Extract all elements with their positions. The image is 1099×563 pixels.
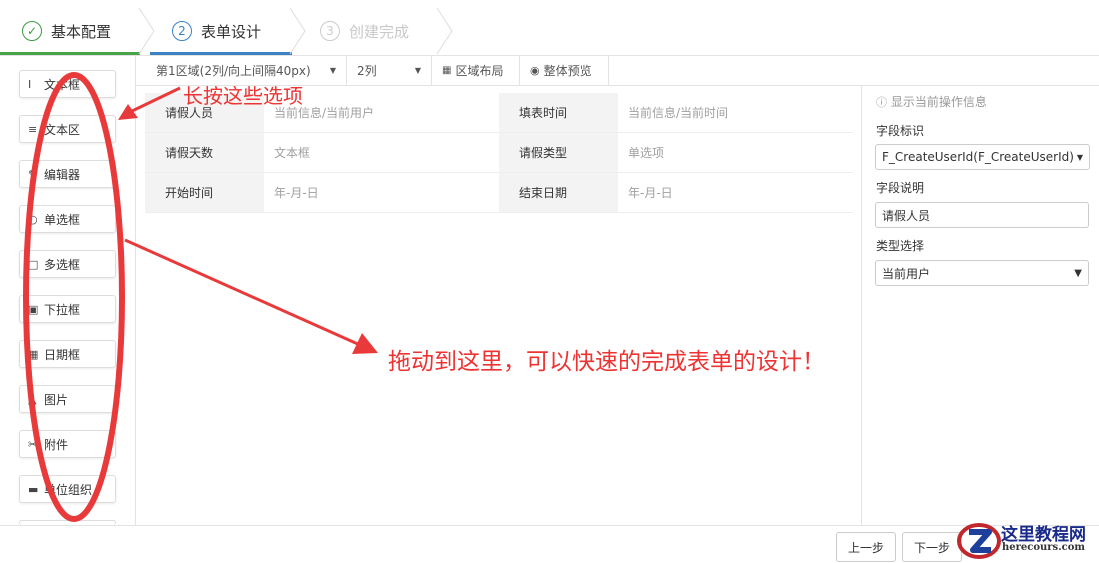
- operation-info: ⓘ 显示当前操作信息: [876, 93, 987, 110]
- palette-item-checkbox[interactable]: □ 多选框: [19, 250, 116, 278]
- region-layout-button[interactable]: ▦ 区域布局: [432, 55, 520, 85]
- window-top: [0, 0, 1099, 8]
- field-label[interactable]: 结束日期: [499, 173, 618, 212]
- step-number: 2: [172, 21, 192, 41]
- caret-down-icon: ▼: [1076, 152, 1083, 162]
- caret-down-icon: ▼: [329, 65, 336, 75]
- field-desc-value: 请假人员: [882, 208, 931, 223]
- field-label[interactable]: 填表时间: [499, 93, 618, 132]
- field-id-select[interactable]: F_CreateUserId(F_CreateUserId) ▼: [875, 144, 1090, 170]
- arrow-head: [352, 333, 378, 354]
- field-placeholder[interactable]: 年-月-日: [264, 173, 499, 212]
- field-id-value: F_CreateUserId(F_CreateUserId): [882, 150, 1074, 164]
- type-label: 类型选择: [876, 239, 925, 253]
- columns-select-value: 2列: [357, 63, 377, 78]
- palette-item-date[interactable]: ▦ 日期框: [19, 340, 116, 368]
- palette-item-textarea[interactable]: ≡ 文本区: [19, 115, 116, 143]
- lines-icon: ≡: [28, 122, 38, 136]
- palette-item-image[interactable]: ▲ 图片: [19, 385, 116, 413]
- paperclip-icon: ✂: [28, 437, 38, 451]
- palette-item-dropdown[interactable]: ▣ 下拉框: [19, 295, 116, 323]
- field-label[interactable]: 请假天数: [145, 133, 264, 172]
- palette-item-textbox[interactable]: I 文本框: [19, 70, 116, 98]
- field-id-label: 字段标识: [876, 124, 925, 138]
- image-icon: ▲: [28, 392, 37, 406]
- component-palette: I 文本框 ≡ 文本区 ✎ 编辑器 ○ 单选框 □ 多选框 ▣ 下拉框 ▦ 日期框 ▲ 图片 ✂…: [0, 55, 136, 525]
- field-placeholder[interactable]: 单选项: [618, 133, 853, 172]
- eye-icon: ◉: [530, 63, 540, 77]
- organization-icon: ▬: [28, 482, 39, 496]
- step-label: 表单设计: [201, 22, 262, 41]
- annotation-drag-here: 拖动到这里，可以快速的完成表单的设计！: [388, 349, 825, 375]
- watermark-logo-icon: [957, 523, 1001, 559]
- text-cursor-icon: I: [28, 77, 32, 91]
- chevron-separator-icon: [289, 8, 306, 54]
- type-select[interactable]: 当前用户 ▼: [875, 260, 1089, 286]
- field-label[interactable]: 请假类型: [499, 133, 618, 172]
- step-basic-config[interactable]: ✓ 基本配置: [22, 8, 111, 54]
- annotation-long-press: 长按这些选项: [183, 84, 303, 108]
- palette-item-radio[interactable]: ○ 单选框: [19, 205, 116, 233]
- form-design-canvas[interactable]: 请假人员 当前信息/当前用户 填表时间 当前信息/当前时间 请假天数 文本框 请…: [145, 93, 853, 213]
- caret-down-icon: ▼: [1074, 267, 1082, 279]
- step-label: 基本配置: [51, 22, 112, 41]
- info-icon: ⓘ: [876, 96, 887, 109]
- chevron-separator-icon: [436, 8, 453, 54]
- pencil-icon: ✎: [28, 167, 38, 181]
- footer-bar: 上一步 下一步: [0, 525, 1099, 563]
- step-label: 创建完成: [349, 22, 410, 41]
- field-desc-label: 字段说明: [876, 181, 925, 195]
- palette-item-label: 多选框: [44, 257, 81, 272]
- prev-step-button[interactable]: 上一步: [836, 532, 896, 562]
- calendar-icon: ▦: [28, 347, 39, 361]
- field-placeholder[interactable]: 年-月-日: [618, 173, 853, 212]
- arrow-line: [124, 238, 361, 347]
- region-layout-label: 区域布局: [455, 63, 504, 78]
- step-complete[interactable]: 3 创建完成: [320, 8, 409, 54]
- properties-panel: ⓘ 显示当前操作信息 字段标识 F_CreateUserId(F_CreateU…: [861, 85, 1099, 525]
- form-row: 请假天数 文本框 请假类型 单选项: [145, 133, 853, 173]
- palette-item-label: 附件: [44, 437, 69, 452]
- palette-item-label: 单选框: [44, 212, 81, 227]
- form-row: 开始时间 年-月-日 结束日期 年-月-日: [145, 173, 853, 213]
- step-form-design[interactable]: 2 表单设计: [172, 8, 261, 54]
- palette-item-label: 下拉框: [44, 302, 81, 317]
- columns-select[interactable]: 2列 ▼: [347, 55, 432, 85]
- type-select-value: 当前用户: [882, 266, 931, 281]
- watermark-url: herecours.com: [1002, 542, 1086, 553]
- palette-item-editor[interactable]: ✎ 编辑器: [19, 160, 116, 188]
- field-label[interactable]: 开始时间: [145, 173, 264, 212]
- preview-button[interactable]: ◉ 整体预览: [520, 55, 609, 85]
- step-number: 3: [320, 21, 340, 41]
- watermark: 这里教程网 herecours.com: [955, 520, 1099, 562]
- wizard-steps: ✓ 基本配置 2 表单设计 3 创建完成: [0, 8, 1099, 56]
- region-select-value: 第1区域(2列/向上间隔40px): [156, 63, 311, 78]
- palette-item-label: 单位组织: [44, 482, 93, 497]
- radio-icon: ○: [28, 212, 38, 226]
- preview-label: 整体预览: [543, 63, 592, 78]
- palette-item-label: 图片: [44, 392, 69, 407]
- palette-item-label: 文本框: [44, 77, 81, 92]
- palette-item-label: 文本区: [44, 122, 81, 137]
- checkbox-icon: □: [28, 257, 39, 271]
- field-placeholder[interactable]: 文本框: [264, 133, 499, 172]
- palette-item-label: 日期框: [44, 347, 81, 362]
- chevron-separator-icon: [138, 8, 155, 54]
- check-icon: ✓: [22, 21, 42, 41]
- palette-item-label: 编辑器: [44, 167, 81, 182]
- next-step-button[interactable]: 下一步: [902, 532, 962, 562]
- operation-info-text: 显示当前操作信息: [890, 95, 987, 109]
- field-desc-input[interactable]: 请假人员: [875, 202, 1089, 228]
- grid-icon: ▦: [442, 64, 452, 76]
- caret-down-icon: ▼: [414, 65, 421, 75]
- palette-item-organization[interactable]: ▬ 单位组织: [19, 475, 116, 503]
- field-placeholder[interactable]: 当前信息/当前时间: [618, 93, 853, 132]
- palette-item-attachment[interactable]: ✂ 附件: [19, 430, 116, 458]
- dropdown-icon: ▣: [28, 302, 39, 316]
